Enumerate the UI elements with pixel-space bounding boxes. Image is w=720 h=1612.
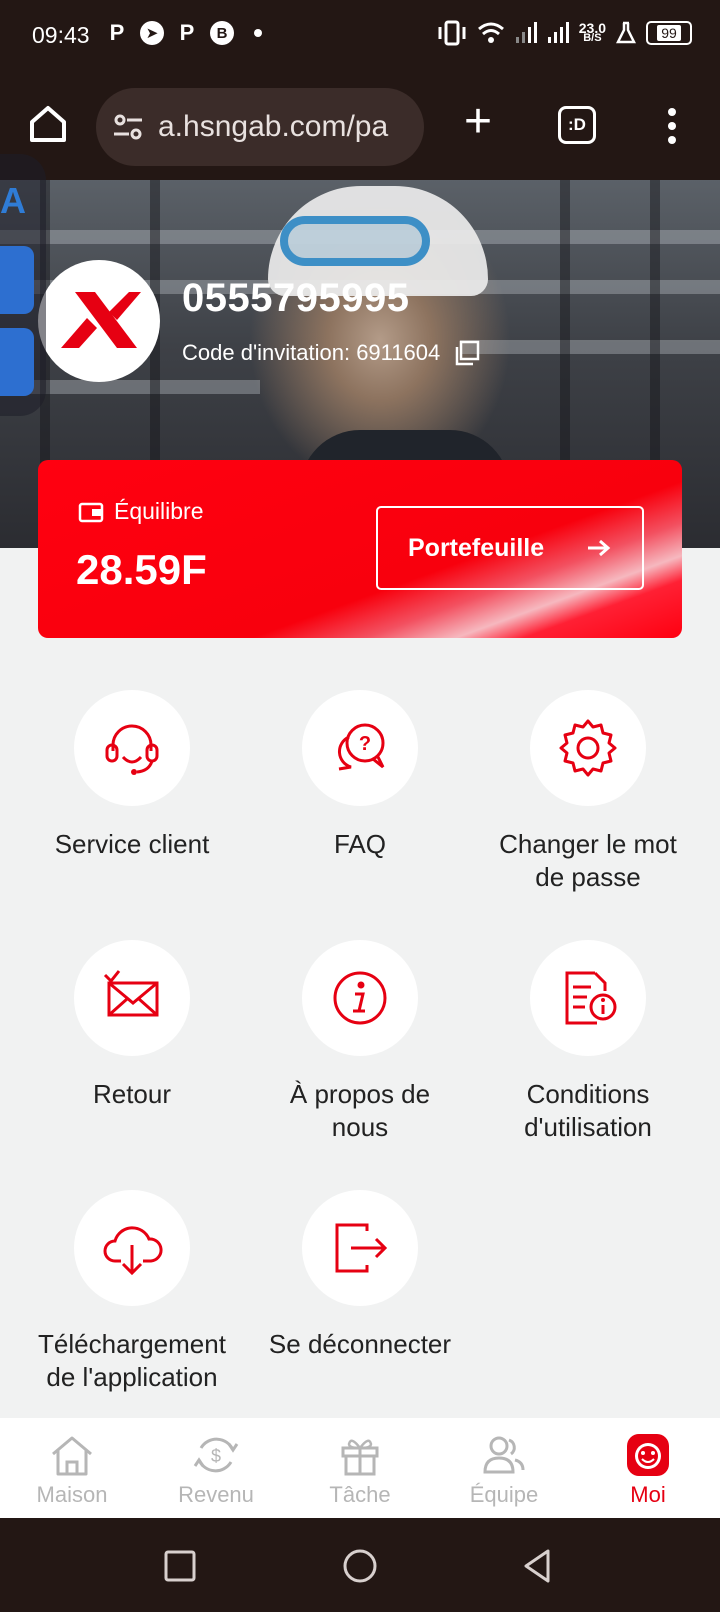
wallet-button[interactable]: Portefeuille	[376, 506, 644, 590]
balance-label-row: Équilibre	[78, 498, 204, 525]
menu-label: FAQ	[333, 829, 386, 859]
headset-icon	[105, 724, 159, 775]
floating-translate-tool[interactable]: A	[0, 154, 46, 416]
nav-label: Tâche	[329, 1482, 391, 1507]
revenue-icon: $	[193, 1437, 239, 1473]
telegram-icon: ➤	[140, 21, 164, 45]
gear-icon	[559, 719, 617, 777]
menu-item-app-download[interactable]: Téléchargement de l'application	[12, 1190, 252, 1394]
bottom-nav: Maison $ Revenu Tâche Équipe Moi	[0, 1418, 720, 1518]
menu-label: Service client	[54, 829, 210, 859]
android-navigation-bar	[0, 1518, 720, 1612]
balance-value: 28.59F	[76, 546, 207, 593]
nav-item-me[interactable]: Moi	[576, 1418, 720, 1518]
site-settings-icon[interactable]	[112, 113, 144, 141]
menu-label: Conditions d'utilisation	[524, 1079, 652, 1142]
bitcoin-notification-icon: B	[210, 21, 234, 45]
p-notification-icon: P	[109, 20, 125, 45]
nav-item-home[interactable]: Maison	[0, 1418, 144, 1518]
vibrate-icon	[438, 20, 466, 46]
logout-icon	[335, 1223, 388, 1273]
nav-item-revenue[interactable]: $ Revenu	[144, 1418, 288, 1518]
signal-icon-2	[547, 22, 569, 43]
menu-label: À propos de nous	[289, 1079, 431, 1142]
menu-item-feedback[interactable]: Retour	[12, 940, 252, 1111]
user-phone: 0555795995	[182, 276, 410, 320]
balance-card: Équilibre 28.59F Portefeuille	[38, 460, 682, 638]
nav-label: Maison	[36, 1482, 108, 1507]
svg-text:?: ?	[359, 733, 371, 755]
gift-icon	[341, 1439, 379, 1476]
browser-menu-icon[interactable]	[660, 104, 684, 148]
cloud-download-icon	[103, 1226, 163, 1276]
url-bar[interactable]: a.hsngab.com/pa	[96, 88, 424, 166]
p-notification-icon: P	[179, 20, 195, 45]
menu-item-change-password[interactable]: Changer le mot de passe	[468, 690, 708, 894]
wifi-icon	[477, 22, 504, 43]
network-speed: 23.0 B/S	[578, 20, 606, 44]
wallet-icon	[78, 502, 104, 522]
translate-icon[interactable]: A	[0, 180, 26, 222]
status-bar: 09:43 P ➤ P B 23.0 B/S 99	[0, 0, 720, 72]
home-icon	[52, 1436, 92, 1476]
battery-icon: 99	[646, 21, 692, 45]
url-text[interactable]: a.hsngab.com/pa	[158, 110, 388, 144]
status-time: 09:43	[32, 22, 90, 48]
menu-item-terms[interactable]: Conditions d'utilisation	[468, 940, 708, 1144]
tab-switcher-button[interactable]: :D	[558, 106, 596, 144]
signal-icon-1	[515, 22, 537, 43]
mail-icon	[103, 970, 159, 1017]
recents-icon[interactable]	[160, 1546, 200, 1586]
translate-text-icon[interactable]	[0, 328, 34, 396]
flask-icon	[616, 21, 636, 44]
arrow-right-icon	[588, 539, 611, 557]
svg-text:$: $	[211, 1446, 221, 1466]
browser-toolbar: a.hsngab.com/pa + :D	[0, 72, 720, 180]
menu-label: Téléchargement de l'application	[38, 1329, 226, 1392]
translate-page-icon[interactable]	[0, 246, 34, 314]
menu-label: Se déconnecter	[268, 1329, 452, 1359]
header-photo-goggles	[280, 216, 430, 266]
back-icon[interactable]	[518, 1546, 558, 1586]
balance-label: Équilibre	[114, 498, 204, 524]
info-icon	[333, 971, 387, 1025]
faq-icon: ?	[338, 723, 385, 771]
me-icon	[627, 1434, 669, 1476]
status-right: 23.0 B/S 99	[437, 20, 692, 46]
menu-item-logout[interactable]: Se déconnecter	[240, 1190, 480, 1361]
team-icon	[483, 1436, 525, 1474]
home-circle-icon[interactable]	[340, 1546, 380, 1586]
invitation-label: Code d'invitation: 6911604	[182, 340, 441, 365]
nav-label: Revenu	[178, 1482, 254, 1507]
invitation-code: Code d'invitation: 6911604	[182, 340, 480, 366]
nav-label: Moi	[630, 1482, 666, 1507]
new-tab-button[interactable]: +	[456, 98, 500, 146]
more-notifications-dot	[254, 29, 262, 37]
wallet-button-label: Portefeuille	[408, 533, 545, 562]
avatar	[38, 260, 160, 382]
nav-item-team[interactable]: Équipe	[432, 1418, 576, 1518]
brand-logo	[61, 292, 141, 348]
notification-icons: P ➤ P B	[104, 20, 262, 46]
menu-item-about[interactable]: À propos de nous	[240, 940, 480, 1144]
menu-item-customer-service[interactable]: Service client	[12, 690, 252, 861]
menu-label: Retour	[92, 1079, 172, 1109]
nav-label: Équipe	[469, 1482, 539, 1507]
browser-home-icon[interactable]	[26, 102, 70, 146]
nav-item-task[interactable]: Tâche	[288, 1418, 432, 1518]
copy-icon[interactable]	[454, 340, 480, 366]
menu-item-faq[interactable]: ? FAQ	[240, 690, 480, 861]
document-icon	[565, 971, 617, 1025]
menu-label: Changer le mot de passe	[499, 829, 677, 892]
